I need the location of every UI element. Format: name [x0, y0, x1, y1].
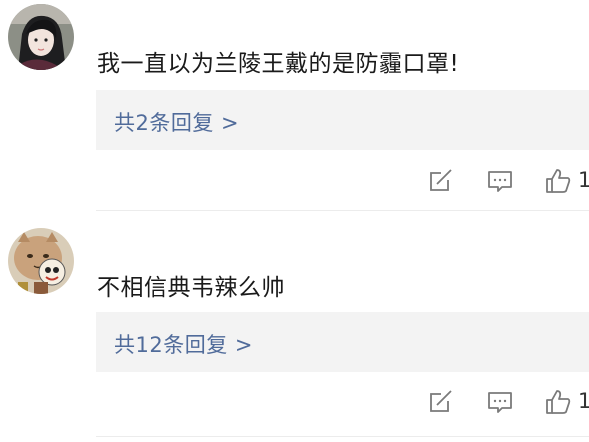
user-avatar-cartoon-icon [8, 228, 74, 294]
like-button[interactable] [543, 387, 573, 417]
share-button[interactable] [426, 166, 456, 196]
comment-actions: 1 [0, 166, 589, 196]
divider [96, 436, 589, 437]
comment-item: 不相信典韦辣么帅 共12条回复 > 1 [0, 220, 589, 442]
comment-text: 不相信典韦辣么帅 [97, 275, 285, 301]
thumbs-up-icon [546, 390, 571, 414]
comment-text: 我一直以为兰陵王戴的是防霾口罩! [97, 51, 460, 77]
thumbs-up-icon [546, 169, 571, 193]
comment-icon [488, 171, 512, 192]
replies-box[interactable]: 共2条回复 > [96, 90, 589, 150]
divider [96, 210, 589, 211]
like-count: 1 [578, 168, 589, 192]
user-avatar-photo-icon [8, 4, 74, 70]
comment-item: 我一直以为兰陵王戴的是防霾口罩! 共2条回复 > 1 [0, 0, 589, 210]
reply-button[interactable] [485, 166, 515, 196]
share-edit-icon [430, 390, 452, 412]
share-button[interactable] [426, 387, 456, 417]
view-replies-link[interactable]: 共12条回复 > [114, 329, 253, 359]
view-replies-link[interactable]: 共2条回复 > [114, 107, 239, 137]
comment-icon [488, 392, 512, 413]
avatar[interactable] [8, 4, 74, 70]
replies-box[interactable]: 共12条回复 > [96, 312, 589, 372]
avatar[interactable] [8, 228, 74, 294]
reply-button[interactable] [485, 387, 515, 417]
comment-actions: 1 [0, 387, 589, 417]
like-button[interactable] [543, 166, 573, 196]
like-count: 1 [578, 389, 589, 413]
share-edit-icon [430, 169, 452, 191]
